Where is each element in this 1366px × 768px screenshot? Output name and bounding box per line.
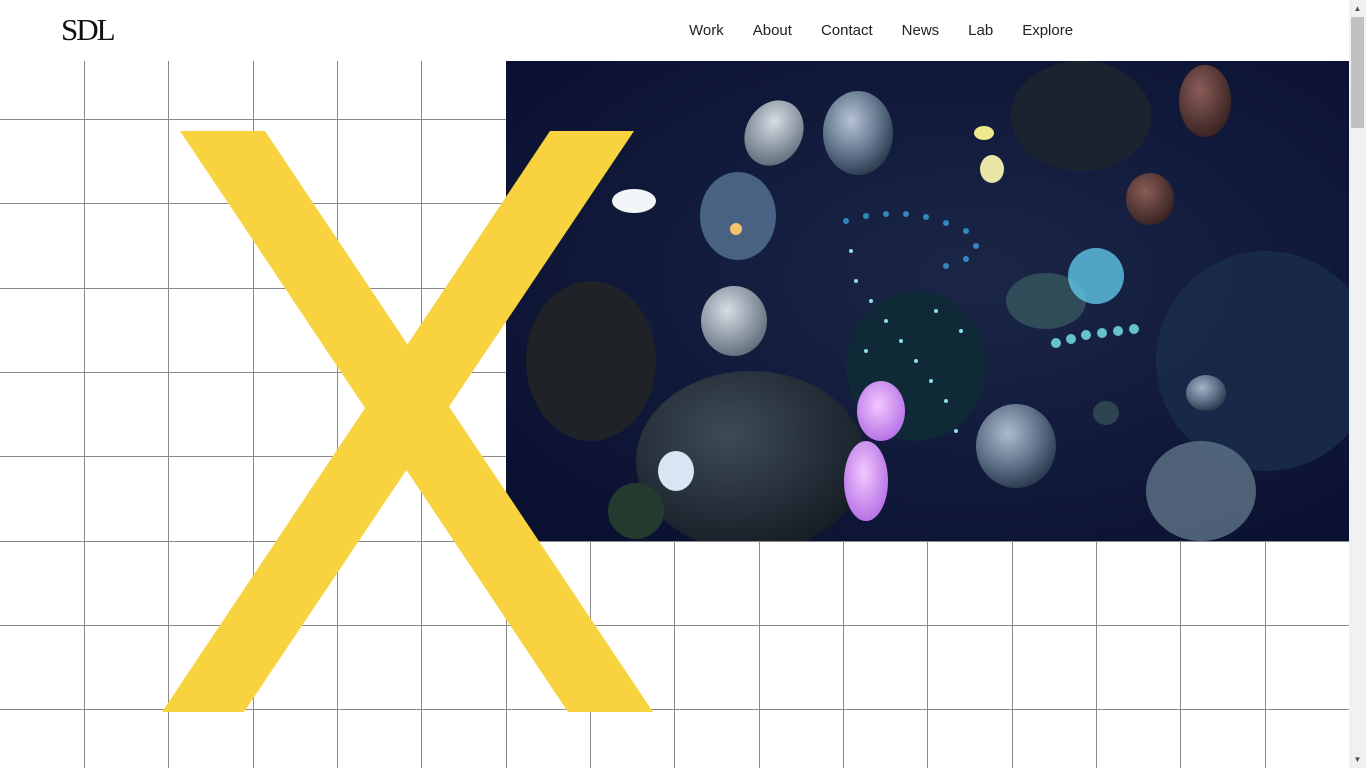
scroll-thumb[interactable] bbox=[1351, 17, 1364, 128]
nav-link-explore[interactable]: Explore bbox=[1012, 20, 1083, 42]
page-scrollbar[interactable]: ▲ ▼ bbox=[1349, 0, 1366, 768]
nav-link-work[interactable]: Work bbox=[679, 20, 734, 42]
sdl-logo[interactable]: SDL bbox=[61, 13, 116, 47]
main-nav: Work About Contact News Lab Explore bbox=[679, 20, 1092, 42]
nav-link-about[interactable]: About bbox=[743, 20, 802, 42]
site-header: SDL Work About Contact News Lab Explore bbox=[0, 0, 1349, 61]
page: SDL Work About Contact News Lab Explore bbox=[0, 0, 1366, 768]
nav-link-contact[interactable]: Contact bbox=[811, 20, 883, 42]
scroll-down-arrow-icon[interactable]: ▼ bbox=[1349, 751, 1366, 768]
nav-link-lab[interactable]: Lab bbox=[958, 20, 1003, 42]
nav-link-news[interactable]: News bbox=[892, 20, 950, 42]
hero-image bbox=[506, 61, 1349, 541]
scroll-up-arrow-icon[interactable]: ▲ bbox=[1349, 0, 1366, 17]
